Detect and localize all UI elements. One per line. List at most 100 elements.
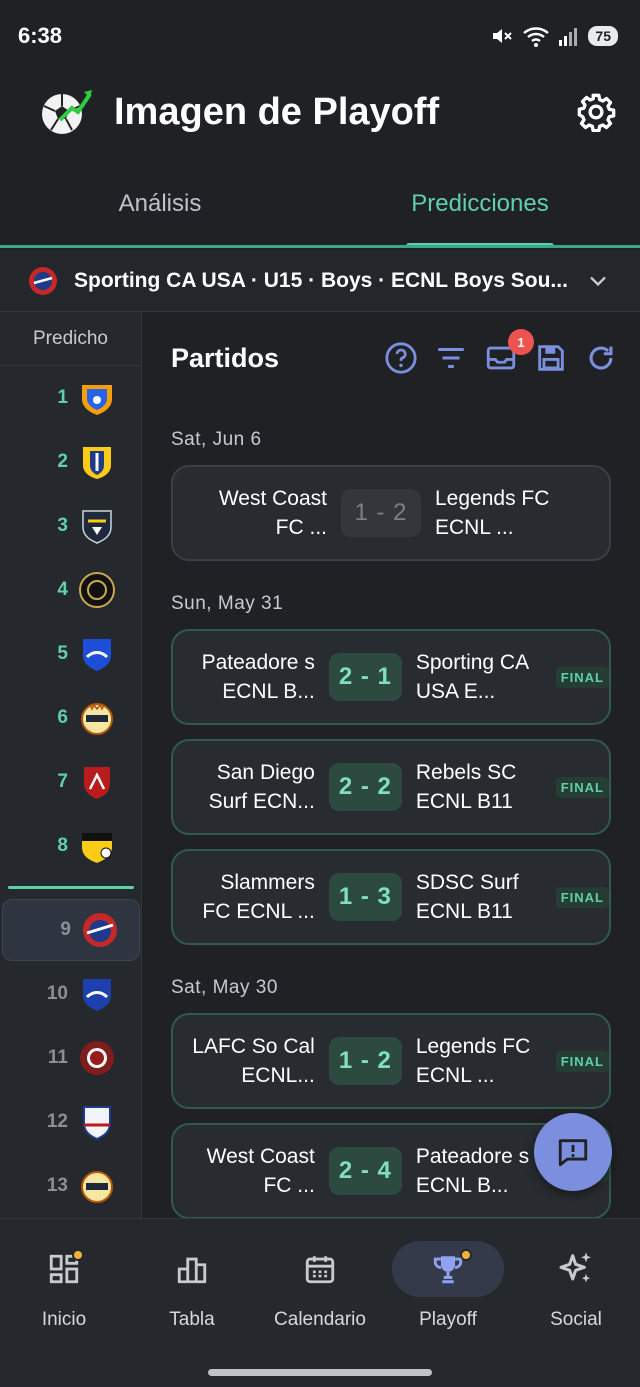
home-indicator[interactable] bbox=[208, 1369, 432, 1376]
rank-row[interactable]: 8 bbox=[0, 814, 141, 878]
rank-number: 11 bbox=[47, 1047, 68, 1068]
nav-tabla[interactable]: Tabla bbox=[128, 1241, 256, 1353]
wifi-icon bbox=[523, 27, 550, 47]
notification-dot bbox=[72, 1249, 84, 1261]
rank-number: 7 bbox=[57, 771, 68, 792]
nav-icon-wrap bbox=[136, 1241, 248, 1297]
team-badge-icon bbox=[82, 833, 112, 863]
final-badge: FINAL bbox=[555, 1050, 609, 1072]
match-card[interactable]: Slammers FC ECNL ... 1 - 3 SDSC Surf ECN… bbox=[171, 849, 611, 945]
tab-analisis[interactable]: Análisis bbox=[0, 160, 320, 248]
rank-number: 1 bbox=[57, 387, 68, 408]
gear-icon[interactable] bbox=[576, 92, 616, 132]
team-badge-icon bbox=[83, 639, 111, 671]
rail-header: Predicho bbox=[0, 312, 141, 366]
tab-divider bbox=[0, 245, 640, 248]
rank-row[interactable]: 2 bbox=[0, 430, 141, 494]
rank-number: 10 bbox=[46, 983, 68, 1004]
tab-predicciones[interactable]: Predicciones bbox=[320, 160, 640, 248]
match-score: 1 - 3 bbox=[328, 873, 402, 921]
date-header: Sat, May 30 bbox=[171, 977, 278, 998]
rank-row[interactable]: 1 bbox=[0, 366, 141, 430]
app-bar: Imagen de Playoff bbox=[0, 72, 640, 152]
team-crest-icon bbox=[29, 266, 57, 295]
home-team: West Coast FC ... bbox=[218, 487, 327, 539]
away-team: Pateadore s ECNL B... bbox=[415, 1145, 530, 1197]
home-team: San Diego Surf ECN... bbox=[208, 761, 315, 813]
nav-inicio[interactable]: Inicio bbox=[0, 1241, 128, 1353]
status-bar: 6:38 75 bbox=[0, 0, 640, 72]
rank-row[interactable]: 12 bbox=[0, 1090, 141, 1154]
nav-icon-wrap bbox=[392, 1241, 504, 1297]
match-card[interactable]: San Diego Surf ECN... 2 - 2 Rebels SC EC… bbox=[171, 739, 611, 835]
match-score: 2 - 2 bbox=[328, 763, 402, 811]
match-score: 1 - 2 bbox=[328, 1037, 402, 1085]
final-badge: FINAL bbox=[555, 666, 609, 688]
predicted-standings: Predicho 1 2 3 4 5 6 7 8 9 10 11 12 13 bbox=[0, 312, 142, 1218]
away-team: Rebels SC ECNL B11 bbox=[415, 761, 517, 813]
match-score: 2 - 4 bbox=[328, 1147, 402, 1195]
home-team: Slammers FC ECNL ... bbox=[202, 871, 315, 923]
team-badge-icon bbox=[82, 510, 112, 544]
match-card[interactable]: Pateadore s ECNL B... 2 - 1 Sporting CA … bbox=[171, 629, 611, 725]
rank-number: 2 bbox=[57, 451, 68, 472]
soccer-ball-icon bbox=[38, 84, 94, 140]
rank-row[interactable]: 6 bbox=[0, 686, 141, 750]
away-team: Legends FC ECNL ... bbox=[415, 1035, 531, 1087]
final-badge: FINAL bbox=[555, 886, 609, 908]
filter-icon[interactable] bbox=[434, 341, 468, 375]
feedback-button[interactable] bbox=[534, 1113, 612, 1191]
playoff-cutline bbox=[8, 886, 134, 889]
team-badge-icon bbox=[82, 385, 112, 415]
rank-number: 8 bbox=[57, 835, 68, 856]
team-badge-icon bbox=[83, 979, 111, 1011]
match-card[interactable]: West Coast FC ... 1 - 2 Legends FC ECNL … bbox=[171, 465, 611, 561]
match-card[interactable]: LAFC So Cal ECNL... 1 - 2 Legends FC ECN… bbox=[171, 1013, 611, 1109]
help-icon[interactable] bbox=[384, 341, 418, 375]
status-icons: 75 bbox=[490, 24, 618, 48]
rank-row[interactable]: 11 bbox=[0, 1026, 141, 1090]
nav-icon-wrap bbox=[8, 1241, 120, 1297]
away-team: Legends FC ECNL ... bbox=[435, 487, 550, 539]
team-selector[interactable]: Sporting CA USA · U15 · Boys · ECNL Boys… bbox=[0, 250, 640, 312]
home-team: Pateadore s ECNL B... bbox=[201, 651, 315, 703]
match-score: 1 - 2 bbox=[341, 489, 421, 537]
nav-icon-wrap bbox=[520, 1241, 632, 1297]
nav-label: Social bbox=[550, 1309, 602, 1330]
rank-row[interactable]: 3 bbox=[0, 494, 141, 558]
team-badge-icon bbox=[83, 913, 117, 947]
team-badge-icon bbox=[81, 703, 113, 735]
team-badge-icon bbox=[81, 1171, 113, 1203]
nav-social[interactable]: Social bbox=[512, 1241, 640, 1353]
rank-row[interactable]: 4 bbox=[0, 558, 141, 622]
team-selector-label: Sporting CA USA · U15 · Boys · ECNL Boys… bbox=[74, 268, 568, 292]
nav-label: Inicio bbox=[41, 1309, 87, 1330]
rank-row[interactable]: 7 bbox=[0, 750, 141, 814]
inbox-button[interactable]: 1 bbox=[484, 329, 534, 375]
bottom-nav: Inicio Tabla Calendario Playoff Social bbox=[0, 1218, 640, 1387]
rank-row[interactable]: 13 bbox=[0, 1154, 141, 1218]
nav-playoff[interactable]: Playoff bbox=[384, 1241, 512, 1353]
home-team: West Coast FC ... bbox=[206, 1145, 315, 1197]
team-badge-icon bbox=[83, 1106, 111, 1141]
rank-row[interactable]: 5 bbox=[0, 622, 141, 686]
date-header: Sat, Jun 6 bbox=[171, 429, 262, 450]
nav-calendario[interactable]: Calendario bbox=[256, 1241, 384, 1353]
rank-number: 12 bbox=[46, 1111, 68, 1132]
notification-badge: 1 bbox=[508, 329, 534, 355]
refresh-icon[interactable] bbox=[584, 341, 618, 375]
date-header: Sun, May 31 bbox=[171, 593, 284, 614]
rank-row[interactable]: 10 bbox=[0, 962, 141, 1026]
chevron-down-icon bbox=[590, 276, 606, 286]
nav-icon-wrap bbox=[264, 1241, 376, 1297]
save-icon[interactable] bbox=[534, 341, 568, 375]
team-badge-icon bbox=[83, 447, 111, 479]
team-badge-icon bbox=[84, 767, 110, 799]
battery-indicator: 75 bbox=[588, 26, 618, 46]
nav-label: Tabla bbox=[169, 1309, 215, 1330]
rank-number: 5 bbox=[57, 643, 68, 664]
rank-row-highlighted[interactable]: 9 bbox=[2, 899, 140, 961]
team-badge-icon bbox=[79, 572, 115, 608]
rank-number: 6 bbox=[57, 707, 68, 728]
signal-icon bbox=[559, 28, 578, 46]
